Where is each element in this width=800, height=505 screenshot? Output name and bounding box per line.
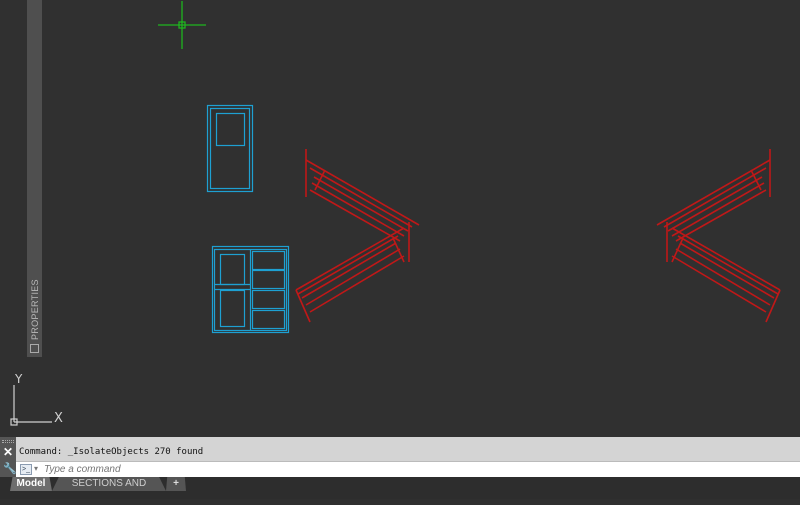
close-icon[interactable]: ✕	[3, 445, 13, 459]
add-layout-button[interactable]: +	[166, 477, 186, 491]
stair-block-right	[656, 148, 781, 323]
stair-block-left	[295, 149, 420, 323]
command-line-sidebar: ✕ 🔧	[0, 437, 17, 477]
drawing-canvas[interactable]: Y X	[0, 0, 800, 437]
properties-palette[interactable]: PROPERTIES	[27, 0, 42, 357]
layout-tabs: Model SECTIONS AND DETAILS +	[0, 477, 800, 499]
door-block	[206, 104, 254, 193]
properties-label: PROPERTIES	[30, 279, 40, 340]
wrench-icon[interactable]: 🔧	[3, 462, 17, 475]
drag-handle[interactable]	[2, 440, 14, 443]
command-line: ✕ 🔧 Command: _IsolateObjects 270 found >…	[0, 437, 800, 477]
command-history: Command: _IsolateObjects 270 found	[19, 447, 204, 457]
command-input[interactable]	[44, 463, 744, 476]
command-input-bar[interactable]: >_ ▾	[16, 461, 800, 477]
tab-model[interactable]: Model	[10, 477, 52, 491]
ucs-x-label: X	[54, 411, 63, 426]
ucs-icon	[10, 385, 52, 426]
drawing-svg: Y X	[10, 1, 781, 426]
tab-sections-and-details[interactable]: SECTIONS AND DETAILS	[52, 477, 166, 491]
command-prompt-icon[interactable]: >_	[20, 464, 32, 475]
chevron-down-icon[interactable]: ▾	[34, 464, 38, 473]
crosshair-cursor	[158, 1, 206, 49]
properties-icon[interactable]	[30, 344, 39, 353]
ucs-y-label: Y	[14, 372, 23, 386]
window-block	[211, 245, 290, 334]
